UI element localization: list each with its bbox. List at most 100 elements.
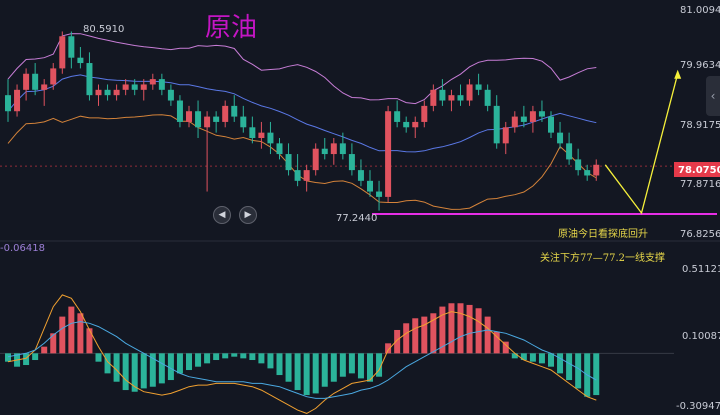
candle-body [348, 154, 355, 171]
macd-tick: 0.51121 [682, 264, 720, 275]
macd-histogram-bar [59, 316, 66, 354]
macd-histogram-bar [348, 353, 355, 374]
chart-labels: 原油 80.5910 77.2440 原油今日看探底回升 关注下方77—77.2… [0, 5, 720, 412]
macd-histogram-bar [294, 353, 301, 391]
macd-histogram-bar [403, 323, 410, 354]
candle-body [312, 148, 319, 171]
macd-histogram-bar [529, 353, 536, 362]
macd-histogram-bar [176, 353, 183, 374]
candle-body [149, 79, 156, 85]
candle-body [557, 132, 564, 144]
candle-body [131, 84, 138, 90]
scroll-forward-button[interactable]: ▶ [239, 206, 257, 224]
candle-body [231, 105, 238, 117]
candle-body [529, 111, 536, 122]
macd-tick: -0.30947 [676, 401, 720, 412]
candle-body [584, 170, 591, 176]
macd-histogram-bar [357, 353, 364, 379]
macd-histogram-bar [548, 353, 554, 367]
candle-body [394, 111, 401, 122]
macd-histogram-bar [258, 353, 265, 364]
macd-histogram-bar [538, 353, 545, 364]
candle-body [50, 68, 57, 85]
macd-histogram-bar [312, 353, 319, 394]
candle-body [376, 191, 383, 197]
macd-value-label: -0.06418 [0, 243, 45, 254]
macd-histogram-bar [339, 353, 346, 377]
macd-histogram-bar [32, 353, 39, 361]
candle-body [158, 79, 165, 90]
macd-histogram-bar [68, 306, 75, 354]
candle-body [77, 57, 84, 64]
candle-body [14, 89, 21, 112]
price-tick: 81.0094 [680, 5, 720, 16]
candle-body [357, 170, 364, 181]
collapse-panel-chevron-icon[interactable]: ‹ [706, 76, 720, 116]
candle-body [222, 105, 229, 122]
candle-body [186, 111, 192, 122]
macd-histogram-bar [330, 353, 337, 382]
macd-histogram-bar [222, 353, 229, 359]
candle-body [330, 143, 337, 155]
candle-body [167, 89, 174, 101]
candle-body [403, 121, 410, 128]
macd-histogram-bar [5, 353, 11, 362]
candle-body [457, 95, 464, 101]
macd-histogram-bar [249, 353, 256, 361]
candle-body [493, 105, 500, 144]
macd-histogram-bar [240, 353, 247, 359]
candle-body [303, 170, 310, 181]
candle-body [59, 36, 66, 69]
candle-body [412, 121, 419, 128]
macd-histogram-bar [457, 303, 464, 354]
candle-body [195, 111, 202, 128]
macd-histogram-bar [421, 316, 428, 354]
candle-body [249, 127, 256, 138]
candle-body [5, 95, 11, 112]
candle-body [448, 95, 455, 101]
candle-body [285, 154, 292, 171]
candle-body [484, 89, 491, 106]
candle-body [385, 111, 392, 197]
macd-histogram-bar [41, 346, 48, 354]
candle-body [95, 89, 102, 96]
macd-histogram-bar [276, 353, 283, 376]
macd-histogram-bar [204, 353, 211, 364]
candle-body [502, 127, 509, 144]
macd-histogram-bar [213, 353, 220, 361]
high-price-label: 80.5910 [83, 24, 124, 35]
macd-tick: 0.10087 [682, 331, 720, 342]
macd-histogram-bar [511, 353, 518, 359]
candle-body [258, 132, 265, 138]
macd-histogram-bar [122, 353, 129, 391]
candle-body [68, 36, 75, 58]
macd-histogram-bar [303, 353, 310, 396]
candle-body [593, 164, 600, 176]
current-price-label: 78.0750 [678, 165, 720, 176]
macd-histogram-bar [448, 303, 455, 354]
macd-histogram-bar [186, 353, 192, 371]
macd-histogram-bar [557, 353, 564, 374]
candle-body [176, 100, 183, 122]
chart-canvas: 原油 80.5910 77.2440 原油今日看探底回升 关注下方77—77.2… [0, 5, 720, 414]
macd-histogram-bar [86, 328, 93, 354]
candle-body [466, 84, 473, 101]
macd-histogram-bar [285, 353, 292, 382]
macd-histogram-bar [267, 353, 274, 369]
price-tick: 79.9634 [680, 60, 720, 71]
macd-histogram-bar [321, 353, 328, 387]
candle-body [520, 116, 527, 122]
candle-body [294, 170, 301, 181]
scroll-back-button[interactable]: ◀ [213, 206, 231, 224]
candle-body [439, 89, 446, 101]
candle-body [339, 143, 346, 155]
forecast-note: 原油今日看探底回升 [558, 227, 648, 240]
macd-histogram-bar [466, 304, 473, 354]
candle-body [321, 148, 328, 155]
candle-body [140, 84, 147, 90]
candle-body [276, 143, 283, 155]
price-tick: 77.8716 [680, 179, 720, 190]
candle-body [204, 116, 211, 128]
macd-pane [0, 294, 674, 414]
macd-histogram-bar [566, 353, 573, 381]
